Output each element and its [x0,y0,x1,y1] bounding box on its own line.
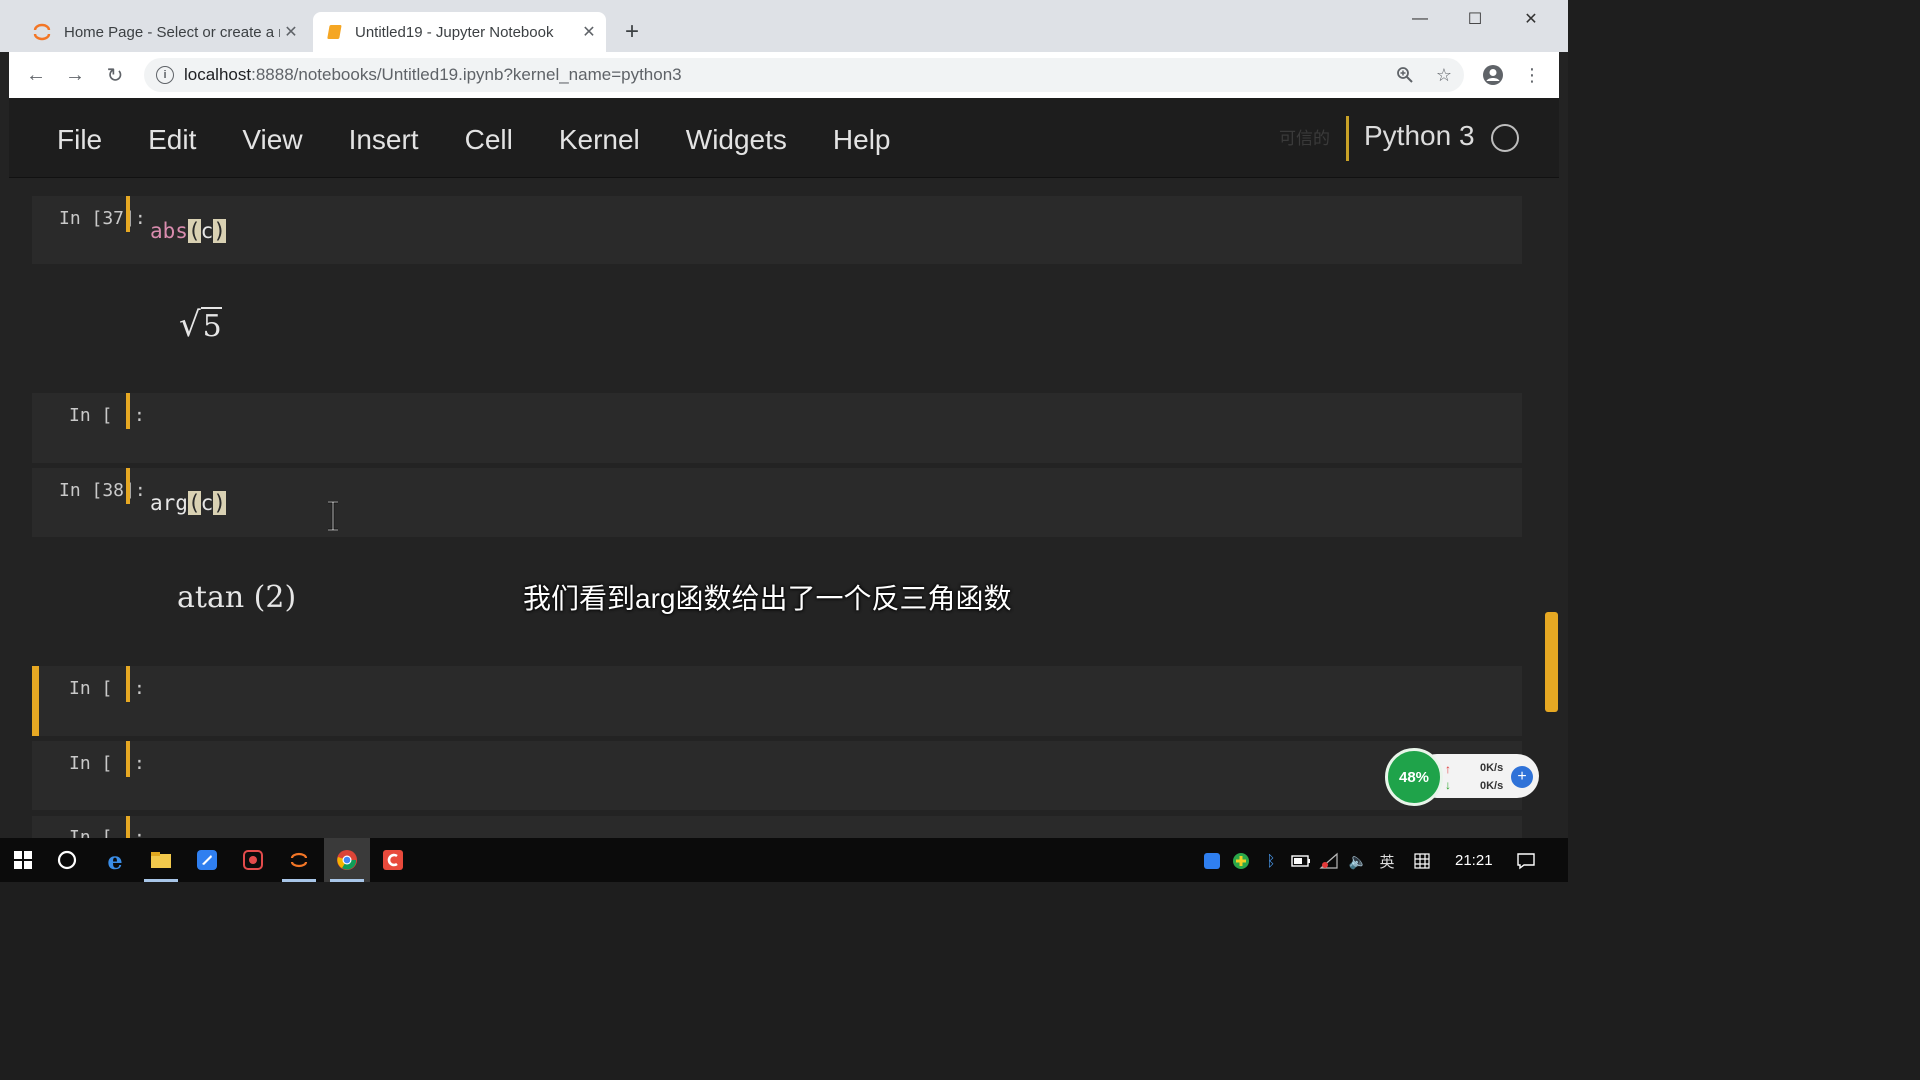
menu-edit[interactable]: Edit [148,124,196,156]
code-cell[interactable] [32,468,1522,537]
jupyter-logo-icon [32,22,52,42]
menu-view[interactable]: View [242,124,302,156]
more-menu-icon[interactable]: ⋮ [1519,62,1545,88]
code-cell[interactable] [32,196,1522,264]
close-icon[interactable]: ✕ [578,21,600,43]
jupyter-taskbar-icon[interactable] [276,838,322,882]
menu-kernel[interactable]: Kernel [559,124,640,156]
cell-prompt-bar [126,196,130,232]
edge-browser-icon[interactable]: e [92,838,138,882]
reload-icon[interactable]: ↻ [101,61,129,89]
menu-insert[interactable]: Insert [349,124,419,156]
menu-file[interactable]: File [57,124,102,156]
feishu-tray-icon[interactable] [1201,850,1223,872]
menu-widgets[interactable]: Widgets [686,124,787,156]
windows-taskbar: e ᛒ 🔈 英 21:21 [0,838,1568,882]
back-icon[interactable]: ← [22,61,50,89]
jupyter-header: File Edit View Insert Cell Kernel Widget… [9,98,1559,178]
scrollbar-track[interactable] [1544,179,1559,838]
volume-icon[interactable]: 🔈 [1347,850,1369,872]
output-sqrt: √5 [179,305,222,345]
bookmark-star-icon[interactable]: ☆ [1431,62,1457,88]
cell-prompt: In [ ]: [69,827,145,838]
video-subtitle: 我们看到arg函数给出了一个反三角函数 [523,583,1012,614]
file-explorer-icon[interactable] [138,838,184,882]
feishu-app-icon[interactable] [184,838,230,882]
maximize-icon[interactable]: ☐ [1447,4,1503,34]
menu-help[interactable]: Help [833,124,891,156]
cell-prompt-bar [126,468,130,504]
url-text: localhost:8888/notebooks/Untitled19.ipyn… [184,65,682,84]
system-clock[interactable]: 21:21 [1455,852,1493,869]
profile-avatar-icon[interactable] [1480,62,1506,88]
browser-tab-bar: Home Page - Select or create a notebook … [0,0,1568,52]
code-cell[interactable] [32,816,1522,838]
start-windows-icon[interactable] [0,838,46,882]
selected-cell-indicator [32,666,39,736]
code-line[interactable]: arg(c) [150,491,226,515]
chrome-taskbar-icon[interactable] [324,838,370,882]
code-line[interactable]: abs(c) [150,219,226,243]
tab-title: Untitled19 - Jupyter Notebook [355,23,554,41]
kernel-divider [1346,116,1349,161]
download-speed: 0K/s [1480,780,1504,792]
kernel-status-icon [1491,124,1519,152]
cell-prompt-bar [126,816,130,838]
output-atan: atan (2) [177,580,297,615]
address-bar[interactable]: i localhost:8888/notebooks/Untitled19.ip… [144,58,1464,92]
tab-untitled19[interactable]: Untitled19 - Jupyter Notebook ✕ [313,12,606,52]
ime-language[interactable]: 英 [1376,850,1398,872]
cortana-search-icon[interactable] [44,838,90,882]
security-tray-icon[interactable] [1230,850,1252,872]
text-cursor-icon [327,500,339,532]
kernel-name: Python 3 [1364,120,1475,151]
network-speed-widget[interactable]: 48% ↑ ↓ 0K/s 0K/s + [1385,748,1539,806]
battery-icon[interactable] [1290,850,1312,872]
code-cell-selected[interactable] [32,666,1522,736]
cell-prompt: In [37]: [59,208,146,229]
scrollbar-thumb[interactable] [1545,612,1558,712]
minimize-icon[interactable]: — [1392,4,1448,34]
upload-speed: 0K/s [1480,762,1504,774]
action-center-icon[interactable] [1515,850,1537,872]
notebook-icon [323,22,343,42]
cell-prompt-bar [126,741,130,777]
cell-prompt-bar [126,393,130,429]
wifi-disconnected-icon[interactable] [1318,850,1340,872]
new-tab-button[interactable]: + [618,18,646,46]
tab-home-page[interactable]: Home Page - Select or create a notebook … [22,12,308,52]
zoom-icon[interactable] [1392,62,1418,88]
code-cell[interactable] [32,393,1522,463]
ime-grid-icon[interactable] [1411,850,1433,872]
forward-icon[interactable]: → [61,61,89,89]
download-arrow-icon: ↓ [1445,778,1451,792]
cell-prompt-bar [126,666,130,702]
accelerate-plus-icon[interactable]: + [1511,766,1533,788]
site-info-icon[interactable]: i [156,66,174,84]
window-close-icon[interactable]: ✕ [1503,4,1559,34]
cell-prompt: In [38]: [59,480,146,501]
cell-prompt: In [ ]: [69,753,145,774]
tab-title: Home Page - Select or create a notebook [64,23,280,41]
upload-arrow-icon: ↑ [1445,762,1451,776]
menu-cell[interactable]: Cell [465,124,513,156]
code-cell[interactable] [32,741,1522,810]
browser-toolbar: ← → ↻ i localhost:8888/notebooks/Untitle… [9,52,1559,98]
menu-bar: File Edit View Insert Cell Kernel Widget… [57,124,937,156]
trusted-indicator[interactable]: 可信的 [1279,124,1330,149]
cell-prompt: In [ ]: [69,678,145,699]
camtasia-app-icon[interactable] [370,838,416,882]
screen-recorder-icon[interactable] [230,838,276,882]
close-icon[interactable]: ✕ [280,21,302,43]
notebook-container: In [37]: abs(c) √5 In [ ]: In [38]: arg(… [9,179,1559,838]
memory-usage-badge[interactable]: 48% [1385,748,1443,806]
cell-prompt: In [ ]: [69,405,145,426]
bluetooth-icon[interactable]: ᛒ [1260,850,1282,872]
